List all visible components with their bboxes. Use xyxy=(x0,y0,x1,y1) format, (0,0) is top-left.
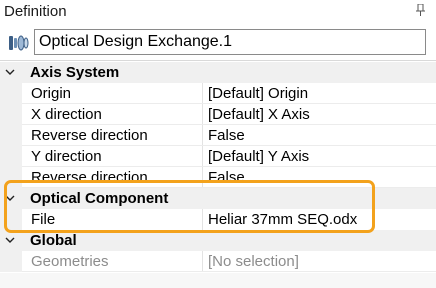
feature-name-input[interactable]: Optical Design Exchange.1 xyxy=(34,29,426,55)
optical-design-exchange-icon xyxy=(9,35,29,51)
column-divider xyxy=(202,167,203,188)
chevron-down-icon[interactable] xyxy=(5,193,15,203)
panel-title: Definition xyxy=(4,3,67,20)
panel-titlebar: Definition xyxy=(0,0,436,24)
category-label: Global xyxy=(30,232,77,249)
column-divider xyxy=(202,125,203,146)
property-value[interactable]: [No selection] xyxy=(208,251,299,272)
column-divider xyxy=(202,251,203,272)
column-divider xyxy=(202,104,203,125)
property-name: File xyxy=(31,211,56,228)
definition-panel: Definition Optical Design Exchange.1 Axi… xyxy=(0,0,436,288)
column-divider xyxy=(202,209,203,230)
property-row-reverse-direction-x[interactable]: Reverse direction False xyxy=(0,125,436,146)
column-divider xyxy=(202,83,203,104)
category-optical-component[interactable]: Optical Component xyxy=(0,188,436,209)
grid-empty-area xyxy=(0,273,436,288)
property-row-x-direction[interactable]: X direction [Default] X Axis xyxy=(0,104,436,125)
property-row-geometries[interactable]: Geometries [No selection] xyxy=(0,251,436,272)
row-separator xyxy=(22,271,436,272)
property-name: Geometries xyxy=(31,253,109,270)
property-row-reverse-direction-y[interactable]: Reverse direction False xyxy=(0,167,436,188)
property-value[interactable]: [Default] Origin xyxy=(208,83,308,104)
category-global[interactable]: Global xyxy=(0,230,436,251)
property-name: Y direction xyxy=(31,148,102,165)
row-gutter xyxy=(0,251,22,272)
chevron-down-icon[interactable] xyxy=(5,67,15,77)
property-row-file[interactable]: File Heliar 37mm SEQ.odx xyxy=(0,209,436,230)
row-gutter xyxy=(0,104,22,125)
property-value[interactable]: False xyxy=(208,167,245,188)
property-name: Origin xyxy=(31,85,72,102)
property-name: Reverse direction xyxy=(31,169,148,186)
property-value[interactable]: [Default] X Axis xyxy=(208,104,310,125)
pin-icon[interactable] xyxy=(416,4,426,16)
row-gutter xyxy=(0,146,22,167)
property-value[interactable]: [Default] Y Axis xyxy=(208,146,309,167)
row-gutter xyxy=(0,209,22,230)
property-value[interactable]: Heliar 37mm SEQ.odx xyxy=(208,209,357,230)
row-gutter xyxy=(0,125,22,146)
property-name: Reverse direction xyxy=(31,127,148,144)
property-grid: Axis System Origin [Default] Origin X di… xyxy=(0,60,436,288)
row-gutter xyxy=(0,167,22,188)
feature-name-bar: Optical Design Exchange.1 xyxy=(0,28,436,58)
category-axis-system[interactable]: Axis System xyxy=(0,62,436,83)
row-gutter xyxy=(0,83,22,104)
category-label: Axis System xyxy=(30,64,120,81)
column-divider xyxy=(202,146,203,167)
chevron-down-icon[interactable] xyxy=(5,235,15,245)
property-value[interactable]: False xyxy=(208,125,245,146)
property-name: X direction xyxy=(31,106,102,123)
property-row-y-direction[interactable]: Y direction [Default] Y Axis xyxy=(0,146,436,167)
property-row-origin[interactable]: Origin [Default] Origin xyxy=(0,83,436,104)
category-label: Optical Component xyxy=(30,190,169,207)
